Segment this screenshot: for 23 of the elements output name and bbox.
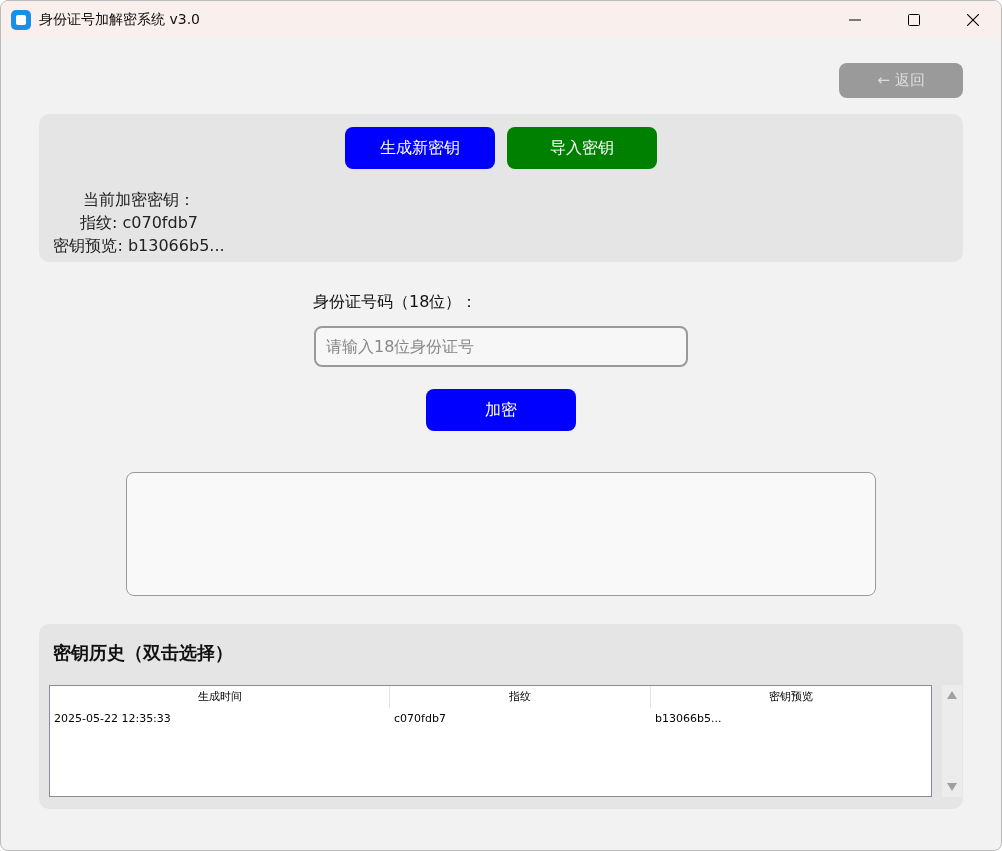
scroll-up-icon[interactable] [947, 691, 957, 699]
window-title: 身份证号加解密系统 v3.0 [39, 10, 200, 29]
table-cell-text: b13066b5... [654, 711, 723, 727]
column-header[interactable]: 指纹 [390, 686, 651, 708]
key-info-text: 密钥预览: b13066b5... [53, 235, 225, 257]
history-table[interactable]: 生成时间 指纹 密钥预览 2025-05-22 12:35:33 c070fdb7 b13066b5... [49, 685, 932, 797]
column-header[interactable]: 生成时间 [50, 686, 390, 708]
scrollbar[interactable] [942, 685, 962, 797]
id-input-field[interactable]: 请输入18位身份证号 [314, 326, 688, 367]
encrypt-button[interactable]: 加密 [426, 389, 576, 431]
table-cell-text: 2025-05-22 12:35:33 [53, 711, 172, 727]
id-field-label: 身份证号码（18位）： [313, 292, 478, 313]
maximize-icon[interactable] [908, 13, 920, 26]
key-info-text: 当前加密密钥： [83, 189, 195, 211]
key-button[interactable]: 导入密钥 [507, 127, 657, 169]
close-icon[interactable] [967, 13, 979, 26]
table-cell-text: c070fdb7 [393, 711, 447, 727]
column-header[interactable]: 密钥预览 [651, 686, 931, 708]
key-button[interactable]: 生成新密钥 [345, 127, 495, 169]
scroll-down-icon[interactable] [947, 783, 957, 791]
app-icon [11, 9, 31, 30]
key-info-text: 指纹: c070fdb7 [80, 212, 198, 234]
history-title: 密钥历史（双击选择） [53, 641, 234, 665]
